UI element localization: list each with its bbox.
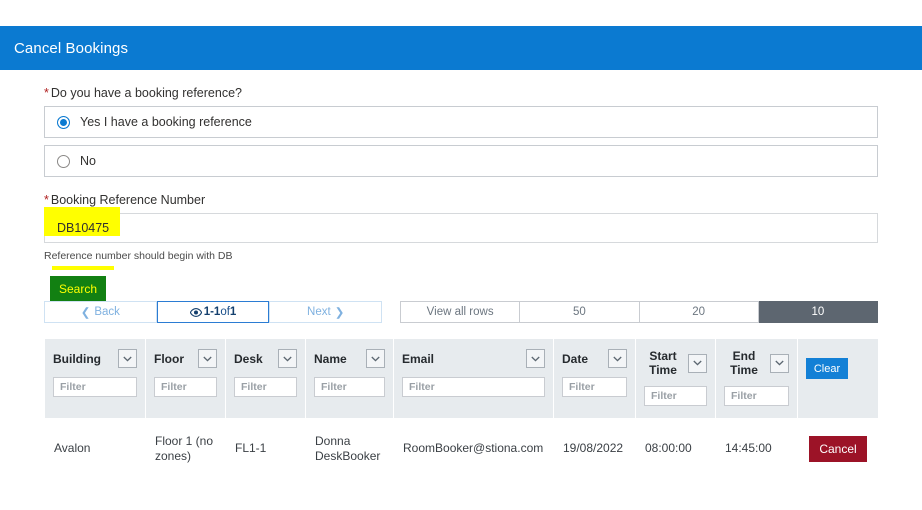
pagination-range-start: 1-1 [203, 306, 221, 318]
cell-email: RoomBooker@stiona.com [393, 418, 554, 479]
radio-yes-icon[interactable] [57, 115, 70, 129]
question-text: Do you have a booking reference? [50, 86, 242, 100]
page-title: Cancel Bookings [14, 39, 129, 57]
cell-end-time: 14:45:00 [715, 418, 798, 479]
pagination-nav: ❮ Back 1-1 of 1 Next ❯ [44, 301, 383, 323]
chevron-down-icon-floor[interactable] [198, 349, 217, 368]
page-size-50-button[interactable]: 50 [520, 301, 640, 323]
column-header-building: Building Filter [44, 338, 146, 419]
chevron-down-icon-name[interactable] [366, 349, 385, 368]
table-header-row: Building Filter Floor Filter Desk Filter… [44, 338, 879, 419]
pagination-range-middle: of [220, 306, 230, 318]
required-marker: * [44, 86, 49, 100]
chevron-down-icon-building[interactable] [118, 349, 137, 368]
filter-input-end-time[interactable]: Filter [724, 386, 789, 406]
column-label-floor: Floor [154, 351, 184, 366]
column-label-start-time: Start Time [649, 349, 677, 377]
cell-name: Donna DeskBooker [305, 418, 394, 479]
clear-filters-button[interactable]: Clear [806, 358, 848, 379]
column-label-building: Building [53, 351, 101, 366]
column-header-desk: Desk Filter [225, 338, 306, 419]
filter-input-email[interactable]: Filter [402, 377, 545, 397]
search-button[interactable]: Search [50, 276, 106, 301]
column-label-end-time: End Time [730, 349, 758, 377]
bookings-table: Building Filter Floor Filter Desk Filter… [44, 338, 879, 479]
chevron-right-icon: ❯ [334, 307, 345, 319]
column-header-name: Name Filter [305, 338, 394, 419]
column-header-end-time: End Time Filter [715, 338, 798, 419]
filter-input-date[interactable]: Filter [562, 377, 627, 397]
radio-option-yes-label: Yes I have a booking reference [80, 115, 252, 129]
filter-input-desk[interactable]: Filter [234, 377, 297, 397]
page-size-20-button[interactable]: 20 [639, 301, 759, 323]
chevron-down-icon-desk[interactable] [278, 349, 297, 368]
filter-input-floor[interactable]: Filter [154, 377, 217, 397]
column-header-start-time: Start Time Filter [635, 338, 716, 419]
pagination-next-button[interactable]: Next ❯ [269, 301, 383, 323]
column-label-desk: Desk [234, 351, 263, 366]
cell-floor: Floor 1 (no zones) [145, 418, 226, 479]
page-size-selector: View all rows 50 20 10 [400, 301, 878, 323]
required-marker-2: * [44, 193, 49, 207]
cancel-booking-button[interactable]: Cancel [809, 435, 867, 462]
chevron-left-icon: ❮ [80, 307, 91, 319]
pagination-back-label: Back [94, 306, 120, 318]
chevron-down-icon-email[interactable] [526, 349, 545, 368]
booking-reference-question-label: * Do you have a booking reference? [44, 86, 922, 100]
reference-label-text: Booking Reference Number [50, 193, 206, 207]
column-header-floor: Floor Filter [145, 338, 226, 419]
column-label-name: Name [314, 351, 347, 366]
chevron-down-icon-end-time[interactable] [770, 353, 789, 373]
highlight-annotation-search [52, 266, 114, 270]
column-header-date: Date Filter [553, 338, 636, 419]
cell-actions: Cancel [797, 418, 879, 479]
cell-start-time: 08:00:00 [635, 418, 716, 479]
cell-building: Avalon [44, 418, 146, 479]
cell-date: 19/08/2022 [553, 418, 636, 479]
radio-no-icon[interactable] [57, 154, 70, 168]
filter-input-start-time[interactable]: Filter [644, 386, 707, 406]
page-size-10-button[interactable]: 10 [758, 301, 878, 323]
column-header-actions: Clear [797, 338, 879, 419]
booking-form: * Do you have a booking reference? Yes I … [0, 70, 922, 301]
pagination-toolbar: ❮ Back 1-1 of 1 Next ❯ View all rows 50 … [44, 301, 878, 323]
radio-option-no[interactable]: No [44, 145, 878, 177]
chevron-down-icon-date[interactable] [608, 349, 627, 368]
radio-option-no-label: No [80, 154, 96, 168]
window-title-bar: Cancel Bookings [0, 26, 922, 70]
pagination-range-indicator: 1-1 of 1 [156, 301, 270, 323]
radio-option-yes[interactable]: Yes I have a booking reference [44, 106, 878, 138]
column-label-email: Email [402, 351, 435, 366]
booking-reference-input[interactable]: DB10475 [44, 213, 878, 243]
chevron-down-icon-start-time[interactable] [688, 353, 707, 373]
booking-reference-number-label: * Booking Reference Number [44, 193, 922, 207]
table-row: Avalon Floor 1 (no zones) FL1-1 Donna De… [44, 418, 879, 479]
cancel-bookings-page: Cancel Bookings * Do you have a booking r… [0, 0, 922, 510]
eye-icon [189, 307, 202, 317]
filter-input-building[interactable]: Filter [53, 377, 137, 397]
column-header-email: Email Filter [393, 338, 554, 419]
cell-desk: FL1-1 [225, 418, 306, 479]
booking-reference-value: DB10475 [57, 221, 110, 235]
filter-input-name[interactable]: Filter [314, 377, 385, 397]
pagination-next-label: Next [307, 306, 331, 318]
view-all-rows-button[interactable]: View all rows [400, 301, 521, 323]
pagination-range-total: 1 [229, 306, 237, 318]
pagination-back-button[interactable]: ❮ Back [44, 301, 157, 323]
column-label-date: Date [562, 351, 589, 366]
booking-reference-hint: Reference number should begin with DB [44, 250, 233, 262]
